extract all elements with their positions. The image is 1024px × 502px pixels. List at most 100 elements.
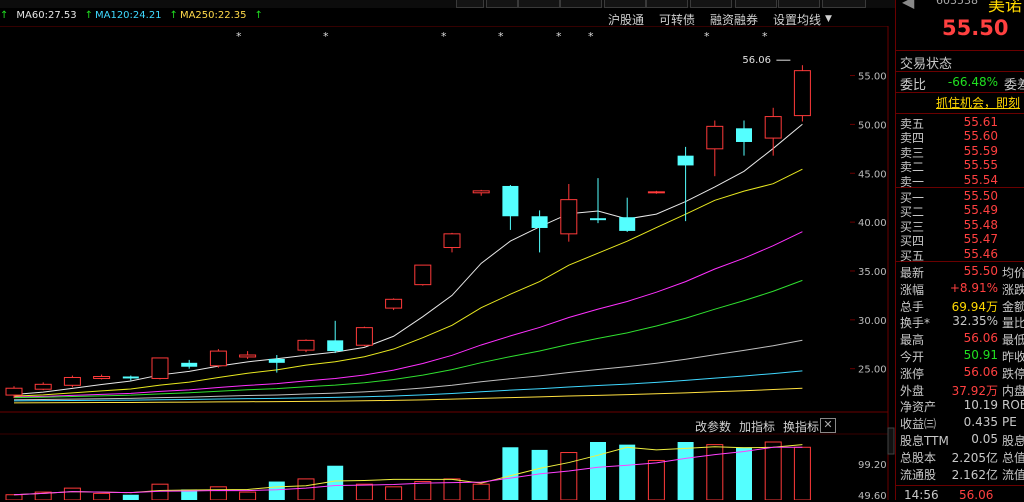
bid-row-value: 55.49 [963,203,998,218]
volume-bar [268,481,285,500]
volume-bar [122,494,139,500]
stat-row-tail: 股息 [1002,434,1024,448]
stat-row-tail: 内盘 [1002,383,1024,398]
stat-row-value: 56.06 [963,364,998,379]
toolbar-button[interactable] [778,0,820,8]
candle-body [764,116,782,139]
stat-row-label: 最新 [900,266,925,280]
candle-body [385,298,403,309]
stat-row-tail: PE [1002,415,1017,430]
volume-bar [677,442,694,500]
ask-row-value: 55.60 [963,129,998,144]
stat-row-label: 涨幅 [900,282,925,297]
stat-row-value: 69.94万 [951,299,998,314]
add-indicator-button[interactable]: 加指标 [739,420,775,434]
candle-body [327,340,344,352]
candle-body [590,218,606,221]
stat-row-tail: 流值 [1002,467,1024,482]
stat-row-tail: 最低 [1002,333,1024,348]
candle-body [5,387,23,396]
volume-axis-label: 49.60 [858,491,887,500]
stat-row-value: 10.19 [963,398,998,413]
bid-row-label: 买五 [900,248,925,263]
toolbar-button[interactable] [646,0,688,8]
stat-row-label: 总股本 [900,450,937,465]
stat-row-value: 50.91 [963,348,998,362]
weibi-label: 委比 [900,78,927,93]
volume-axis-label: 99.20 [858,460,887,471]
ask-row-label: 卖一 [900,174,925,189]
stat-row-label: 股息TTM [900,434,949,448]
bid-row-value: 55.48 [963,217,998,232]
price-axis-label: 35.00 [858,267,887,278]
candle-body [63,376,81,386]
stat-row-value: 32.35% [952,314,998,329]
trade-state: 交易状态 [900,57,953,72]
edit-params-button[interactable]: 改参数 [695,420,731,434]
switch-indicator-button[interactable]: 换指标 [783,420,819,434]
price-axis-label: 30.00 [858,316,887,327]
stat-row-label: 最高 [900,333,925,348]
toolbar-button[interactable] [735,0,777,8]
volume-bar [297,478,315,500]
volume-bar [239,491,257,500]
volume-bar [151,483,169,500]
toolbar-button[interactable] [518,0,560,8]
volume-bar [93,492,111,500]
toolbar-button[interactable] [604,0,646,8]
toolbar-button[interactable] [486,0,518,8]
stat-row-value: 55.50 [963,264,998,278]
ask-row-value: 55.55 [963,158,998,173]
ma120-label: MA120:24.21 [94,10,162,21]
close-icon[interactable]: ✕ [820,418,836,433]
toolbar-button[interactable] [456,0,484,8]
stat-row-value: +8.91% [949,280,998,295]
stat-row-value: 0.05 [971,432,998,446]
event-marker-icon: * [441,30,447,43]
bid-row-value: 55.50 [963,189,998,203]
chevron-down-icon[interactable]: ▼ [825,14,832,24]
candle-body [677,155,694,166]
price-axis-label: 25.00 [858,365,887,376]
candle-body [355,327,373,346]
stat-row-value: 2.205亿 [951,450,998,465]
volume-bar [764,441,782,500]
stat-row-tail: 均价 [1002,266,1024,280]
ma-line [13,370,803,402]
candle-body [414,264,432,286]
candle-body [502,185,519,217]
ask-row-value: 55.59 [963,143,998,158]
ask-row-value: 55.61 [963,115,998,129]
stat-row-tail: 量比 [1002,316,1024,331]
toolbar-button[interactable] [822,0,866,8]
scroll-handle [887,427,895,455]
candle-body [268,358,285,363]
stat-row-value: 0.435 [963,415,998,430]
volume-bar [706,444,724,500]
ma-arrow-icon: ↑ [169,10,178,21]
candle-body [239,354,257,358]
volume-bar [590,442,606,500]
bid-row-value: 55.46 [963,246,998,261]
toolbar-button[interactable] [690,0,732,8]
toolbar-button[interactable] [560,0,602,8]
nav-icon[interactable]: ◀ [902,0,914,11]
candle-body [531,216,548,228]
event-marker-icon: * [762,30,768,43]
candle-body [647,191,665,194]
last-price: 55.50 [942,16,1009,40]
stat-row-value: 56.06 [963,331,998,346]
event-marker-icon: * [556,30,562,43]
volume-bar [63,487,81,500]
ma-arrow-icon: ↑ [84,10,93,21]
promo-link[interactable]: 抓住机会，即刻 [936,94,1020,111]
candle-body [93,376,111,379]
ask-row-value: 55.54 [963,172,998,187]
stat-row-value: 2.162亿 [951,467,998,482]
event-marker-icon: * [588,30,594,43]
candle-body [151,357,169,379]
candle-body [736,128,752,142]
volume-bar [385,486,403,500]
ma-arrow-icon: ↑ [0,10,9,21]
volume-bar [355,483,373,500]
